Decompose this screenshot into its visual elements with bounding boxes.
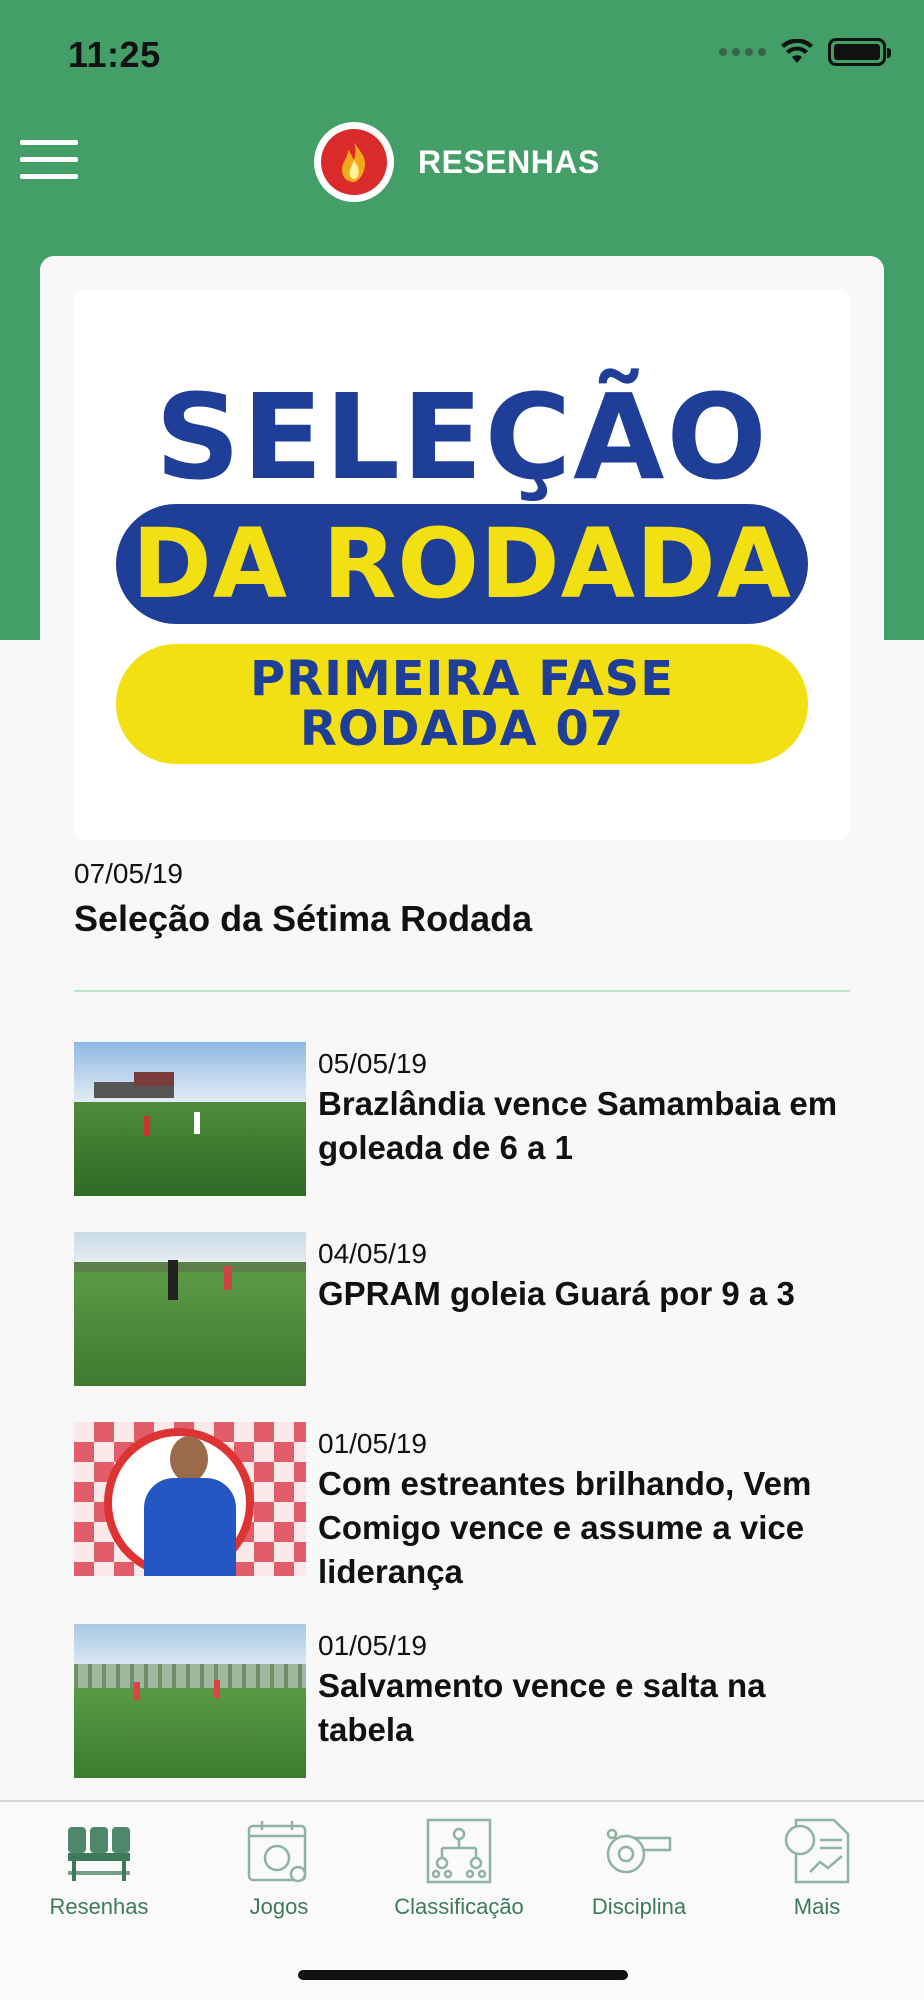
news-title[interactable]: Com estreantes brilhando, Vem Comigo ven… bbox=[318, 1462, 858, 1594]
tab-label: Mais bbox=[793, 1894, 841, 1919]
list-item[interactable]: 04/05/19 GPRAM goleia Guará por 9 a 3 bbox=[74, 1232, 864, 1422]
battery-icon bbox=[828, 38, 891, 66]
divider bbox=[74, 990, 850, 992]
featured-news-item[interactable]: SELEÇÃO DA RODADA PRIMEIRA FASE RODADA 0… bbox=[74, 290, 850, 940]
banner-line-1: SELEÇÃO bbox=[155, 368, 769, 506]
list-item[interactable]: 01/05/19 Salvamento vence e salta na tab… bbox=[74, 1624, 864, 1794]
banner-line-3: PRIMEIRA FASE bbox=[249, 650, 675, 707]
banner-blue-pill: DA RODADA bbox=[116, 504, 808, 624]
list-item[interactable]: 05/05/19 Brazlândia vence Samambaia em g… bbox=[74, 1042, 864, 1232]
status-icons bbox=[719, 38, 891, 66]
news-thumbnail[interactable] bbox=[74, 1042, 306, 1196]
tab-label: Resenhas bbox=[49, 1894, 149, 1919]
news-date: 04/05/19 bbox=[318, 1238, 427, 1269]
featured-news-title[interactable]: Seleção da Sétima Rodada bbox=[74, 898, 850, 940]
news-title[interactable]: Salvamento vence e salta na tabela bbox=[318, 1664, 858, 1752]
cellular-signal-icon bbox=[719, 48, 766, 56]
tab-label: Disciplina bbox=[591, 1894, 687, 1919]
ball-document-icon bbox=[782, 1816, 852, 1886]
flame-icon bbox=[342, 142, 366, 182]
news-list: 05/05/19 Brazlândia vence Samambaia em g… bbox=[74, 1042, 864, 1794]
list-item[interactable]: 01/05/19 Com estreantes brilhando, Vem C… bbox=[74, 1422, 864, 1624]
news-feed[interactable]: SELEÇÃO DA RODADA PRIMEIRA FASE RODADA 0… bbox=[40, 256, 884, 1796]
status-bar: 11:25 bbox=[0, 0, 924, 110]
tab-mais[interactable]: Mais bbox=[727, 1816, 907, 1936]
banner-line-2: DA RODADA bbox=[132, 508, 792, 620]
bracket-chart-icon bbox=[424, 1816, 494, 1886]
news-thumbnail[interactable] bbox=[74, 1624, 306, 1778]
news-date: 05/05/19 bbox=[318, 1048, 427, 1079]
news-title[interactable]: Brazlândia vence Samambaia em goleada de… bbox=[318, 1082, 858, 1170]
nav-bar: RESENHAS bbox=[0, 110, 924, 215]
news-date: 01/05/19 bbox=[318, 1428, 427, 1459]
tab-resenhas[interactable]: Resenhas bbox=[9, 1816, 189, 1936]
stadium-seats-icon bbox=[64, 1816, 134, 1886]
hamburger-menu-icon[interactable] bbox=[20, 140, 80, 180]
featured-news-date: 07/05/19 bbox=[74, 858, 183, 889]
tab-label: Jogos bbox=[249, 1894, 309, 1919]
whistle-icon bbox=[604, 1816, 674, 1886]
banner-line-4: RODADA 07 bbox=[299, 701, 625, 757]
tab-label: Classificação bbox=[394, 1894, 524, 1919]
tab-disciplina[interactable]: Disciplina bbox=[549, 1816, 729, 1936]
tab-jogos[interactable]: Jogos bbox=[189, 1816, 369, 1936]
calendar-ball-icon bbox=[244, 1816, 314, 1886]
news-title[interactable]: GPRAM goleia Guará por 9 a 3 bbox=[318, 1272, 858, 1316]
home-indicator[interactable] bbox=[298, 1970, 628, 1980]
news-thumbnail[interactable] bbox=[74, 1232, 306, 1386]
tab-classificacao[interactable]: Classificação bbox=[369, 1816, 549, 1936]
news-date: 01/05/19 bbox=[318, 1630, 427, 1661]
news-thumbnail[interactable] bbox=[74, 1422, 306, 1576]
club-logo bbox=[314, 122, 394, 202]
wifi-icon bbox=[781, 39, 813, 63]
page-title: RESENHAS bbox=[418, 144, 600, 180]
status-time: 11:25 bbox=[68, 34, 161, 75]
banner-yellow-pill: PRIMEIRA FASE RODADA 07 bbox=[116, 644, 808, 764]
featured-news-image[interactable]: SELEÇÃO DA RODADA PRIMEIRA FASE RODADA 0… bbox=[74, 290, 850, 840]
